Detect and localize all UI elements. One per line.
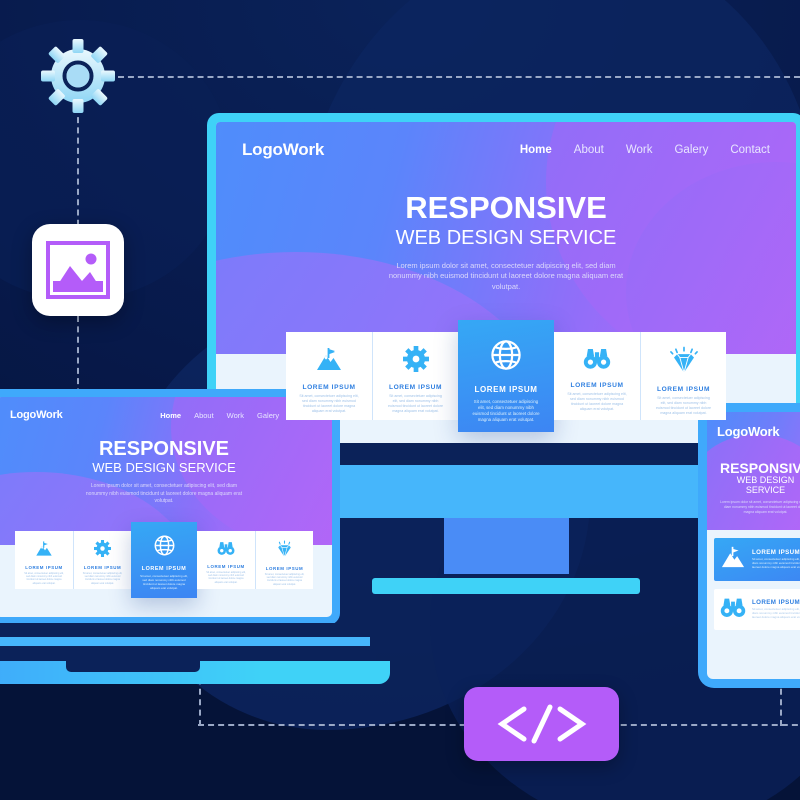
card-text: Sit amet, consectetuer adipiscing elit, …	[82, 572, 123, 585]
card-title: LOREM IPSUM	[83, 565, 122, 570]
card-title: LOREM IPSUM	[302, 384, 356, 391]
diamond-icon	[275, 540, 294, 558]
hero-paragraph: Lorem ipsum dolor sit amet, consectetuer…	[388, 260, 624, 292]
mountain-flag-icon	[720, 545, 746, 574]
desktop-monitor[interactable]: LogoWork Home About Work Galery Contact …	[207, 113, 800, 443]
feature-card[interactable]: LOREM IPSUM Sit amet, consectetuer adipi…	[197, 531, 255, 589]
binoculars-icon	[583, 346, 611, 370]
hero-paragraph: Lorem ipsum dolor sit amet, consectetuer…	[85, 483, 243, 504]
gear-icon	[402, 346, 429, 372]
gear-icon	[41, 39, 115, 113]
mountain-flag-icon	[315, 346, 343, 372]
card-title: LOREM IPSUM	[656, 386, 711, 393]
hero-title: RESPONSIVE	[719, 460, 800, 476]
feature-card-highlighted[interactable]: LOREM IPSUM Sit amet, consectetuer adipi…	[458, 320, 554, 432]
feature-card[interactable]: LOREM IPSUM Sit amet, consectetuer adipi…	[73, 531, 131, 589]
illustration-canvas: LogoWork Home About Work Galery Contact …	[0, 0, 800, 800]
laptop-hinge-accent	[0, 637, 370, 646]
feature-card[interactable]: LOREM IPSUM Sit amet, consectetuer adipi…	[372, 332, 458, 420]
laptop-trackpad[interactable]	[66, 661, 200, 672]
feature-card-highlighted[interactable]: LOREM IPSUM Sit amet, consectetuer adipi…	[131, 522, 197, 598]
monitor-bezel: LogoWork Home About Work Galery Contact …	[207, 113, 800, 443]
nav-item-about[interactable]: About	[574, 144, 604, 156]
card-text: Sit amet, consectetuer adipiscing elit, …	[206, 571, 246, 584]
desktop-screen: LogoWork Home About Work Galery Contact …	[216, 122, 796, 443]
card-text: Sit amet, consectetuer adipiscing elit, …	[472, 399, 540, 422]
hero-title: RESPONSIVE	[98, 438, 230, 460]
card-text: Sit amet, consectetuer adipiscing elit, …	[656, 396, 711, 415]
globe-icon	[153, 534, 176, 557]
mobile-card-body: LOREM IPSUM Sit amet, consectetuer adipi…	[752, 599, 800, 619]
feature-card[interactable]: LOREM IPSUM Sit amet, consectetuer adipi…	[15, 531, 73, 589]
hero-body: RESPONSIVE WEB DESIGN SERVICE Lorem ipsu…	[216, 160, 796, 293]
feature-card[interactable]: LOREM IPSUM Sit amet, consectetuer adipi…	[640, 332, 726, 420]
code-badge[interactable]	[464, 687, 619, 761]
card-title: LOREM IPSUM	[570, 382, 624, 389]
mobile-frame: LogoWork RESPONSIVE WEB DESIGN SERVICE L…	[698, 403, 800, 688]
nav-item-home[interactable]: Home	[520, 144, 552, 156]
feature-card[interactable]: LOREM IPSUM Sit amet, consectetuer adipi…	[554, 332, 640, 420]
mobile-phone[interactable]: LogoWork RESPONSIVE WEB DESIGN SERVICE L…	[698, 403, 800, 688]
globe-icon	[489, 338, 523, 372]
code-icon	[497, 704, 586, 744]
card-text: Sit amet, consectetuer adipiscing elit, …	[752, 557, 800, 569]
mobile-card-highlighted[interactable]: LOREM IPSUM Sit amet, consectetuer adipi…	[714, 538, 800, 581]
hero-title: RESPONSIVE	[405, 190, 607, 225]
diamond-icon	[669, 346, 699, 374]
mobile-screen: LogoWork RESPONSIVE WEB DESIGN SERVICE L…	[707, 412, 800, 679]
card-title: LOREM IPSUM	[141, 566, 187, 572]
card-text: Sit amet, consectetuer adipiscing elit, …	[24, 572, 64, 585]
nav-item-about[interactable]: About	[194, 411, 214, 420]
card-title: LOREM IPSUM	[25, 565, 63, 570]
nav-links: Home About Work Galery Contact	[520, 144, 770, 156]
card-text: Sit amet, consectetuer adipiscing elit, …	[752, 607, 800, 619]
nav-item-work[interactable]: Work	[626, 144, 653, 156]
gear-badge[interactable]	[38, 36, 118, 116]
card-title: LOREM IPSUM	[752, 599, 800, 607]
hero-subtitle: WEB DESIGN SERVICE	[736, 474, 795, 495]
mobile-card-body: LOREM IPSUM Sit amet, consectetuer adipi…	[752, 549, 800, 569]
hero-body: RESPONSIVE WEB DESIGN SERVICE Lorem ipsu…	[0, 421, 332, 505]
feature-card[interactable]: LOREM IPSUM Sit amet, consectetuer adipi…	[286, 332, 372, 420]
card-text: Sit amet, consectetuer adipiscing elit, …	[140, 574, 188, 590]
site-logo[interactable]: LogoWork	[10, 409, 63, 421]
mobile-card[interactable]: LOREM IPSUM Sit amet, consectetuer adipi…	[714, 589, 800, 630]
site-logo[interactable]: LogoWork	[242, 140, 324, 160]
laptop-hinge	[0, 623, 364, 637]
card-text: Sit amet, consectetuer adipiscing elit, …	[299, 394, 359, 413]
card-title: LOREM IPSUM	[388, 384, 443, 391]
feature-card[interactable]: LOREM IPSUM Sit amet, consectetuer adipi…	[255, 531, 313, 589]
nav-item-contact[interactable]: Contact	[730, 144, 770, 156]
feature-cards: LOREM IPSUM Sit amet, consectetuer adipi…	[0, 522, 332, 598]
hero-body: RESPONSIVE WEB DESIGN SERVICE Lorem ipsu…	[717, 461, 800, 515]
binoculars-icon	[720, 596, 746, 623]
feature-cards: LOREM IPSUM Sit amet, consectetuer adipi…	[216, 320, 796, 432]
hero-subtitle: WEB DESIGN SERVICE	[395, 226, 617, 249]
card-title: LOREM IPSUM	[752, 549, 800, 557]
card-text: Sit amet, consectetuer adipiscing elit, …	[264, 573, 305, 586]
gear-icon	[94, 540, 111, 557]
image-icon	[46, 241, 110, 299]
monitor-stand-base	[372, 578, 640, 594]
card-text: Sit amet, consectetuer adipiscing elit, …	[388, 394, 443, 413]
hero-paragraph: Lorem ipsum dolor sit amet, consectetuer…	[720, 500, 800, 515]
card-text: Sit amet, consectetuer adipiscing elit, …	[567, 392, 627, 411]
navbar: LogoWork Home About Work Galery Contact	[216, 122, 796, 160]
laptop-hinge-lower	[0, 646, 376, 661]
image-badge[interactable]	[32, 224, 124, 316]
mountain-flag-icon	[35, 540, 53, 557]
hero-subtitle: WEB DESIGN SERVICE	[92, 460, 236, 475]
binoculars-icon	[217, 540, 235, 556]
nav-item-galery[interactable]: Galery	[674, 144, 708, 156]
nav-item-home[interactable]: Home	[160, 411, 181, 420]
card-title: LOREM IPSUM	[265, 566, 304, 571]
website-desktop: LogoWork Home About Work Galery Contact …	[216, 122, 796, 443]
monitor-stand-neck	[444, 518, 569, 574]
card-title: LOREM IPSUM	[474, 385, 538, 394]
mobile-cards: LOREM IPSUM Sit amet, consectetuer adipi…	[707, 530, 800, 630]
card-title: LOREM IPSUM	[207, 564, 245, 569]
connector-line-top	[118, 76, 800, 78]
